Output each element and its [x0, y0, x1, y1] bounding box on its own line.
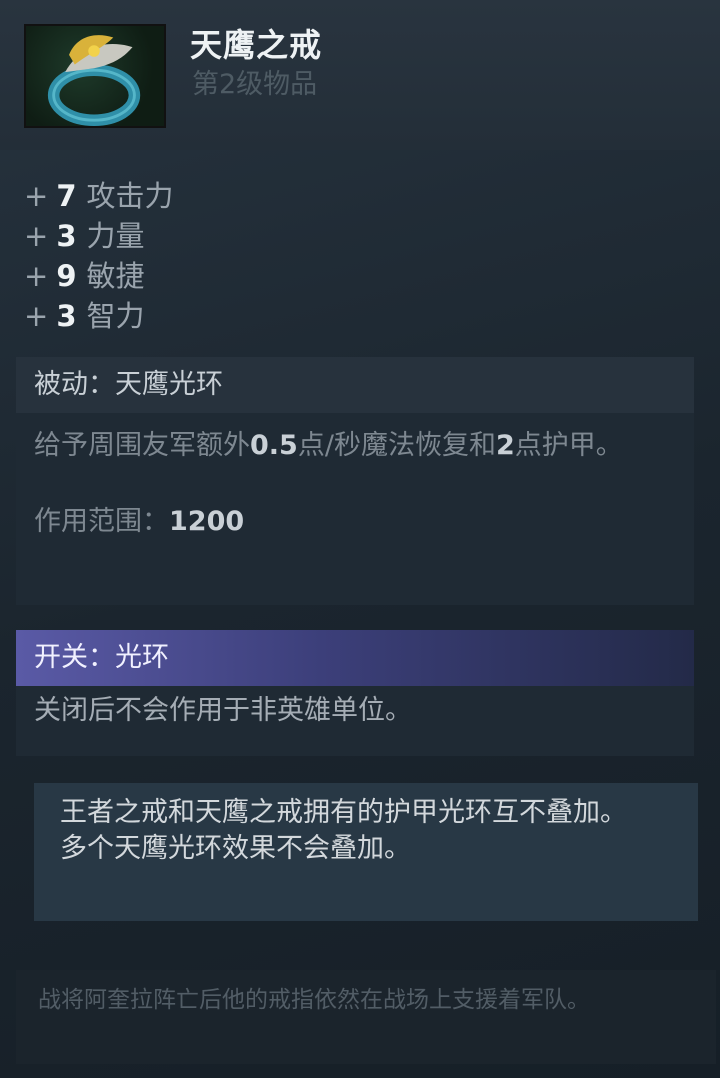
stat-value: 3 [56, 219, 77, 253]
range-label: 作用范围： [34, 506, 169, 537]
stat-row-intelligence: +3 智力 [24, 296, 174, 336]
item-header: 天鹰之戒 第2级物品 [0, 0, 720, 150]
notes-box: 王者之戒和天鹰之戒拥有的护甲光环互不叠加。 多个天鹰光环效果不会叠加。 [34, 783, 698, 921]
item-name: 天鹰之戒 [190, 26, 323, 64]
stat-row-agility: +9 敏捷 [24, 256, 174, 296]
stat-label: 攻击力 [86, 179, 174, 213]
stat-label: 力量 [86, 219, 145, 253]
stat-value: 3 [56, 299, 77, 333]
desc-text: 给予周围友军额外 [34, 430, 250, 461]
toggle-ability-panel: 开关：光环 关闭后不会作用于非英雄单位。 [16, 630, 694, 756]
desc-text: 点护甲。 [514, 430, 623, 461]
stat-row-strength: +3 力量 [24, 216, 174, 256]
range-value: 1200 [169, 506, 245, 537]
stat-value: 9 [56, 259, 77, 293]
note-line: 王者之戒和天鹰之戒拥有的护甲光环互不叠加。 [60, 797, 627, 828]
note-line: 多个天鹰光环效果不会叠加。 [60, 833, 411, 864]
stat-label: 敏捷 [86, 259, 145, 293]
stat-list: +7 攻击力 +3 力量 +9 敏捷 +3 智力 [24, 176, 174, 336]
stat-sign: + [24, 259, 49, 293]
stat-sign: + [24, 299, 49, 333]
toggle-ability-description: 关闭后不会作用于非英雄单位。 [34, 695, 412, 726]
item-level: 第2级物品 [192, 69, 318, 100]
stat-sign: + [24, 219, 49, 253]
ring-icon-graphic [47, 35, 141, 126]
stat-value: 7 [56, 179, 77, 213]
ring-item-icon [24, 24, 166, 128]
tooltip-body: +7 攻击力 +3 力量 +9 敏捷 +3 智力 被动：天鹰光环 给予周围友军额外0.5… [0, 150, 720, 1078]
passive-ability-header: 被动：天鹰光环 [16, 357, 694, 413]
mana-regen-value: 0.5 [250, 430, 298, 461]
armor-value: 2 [495, 430, 515, 461]
stat-label: 智力 [86, 299, 145, 333]
passive-ability-description: 给予周围友军额外0.5点/秒魔法恢复和2点护甲。 作用范围：1200 [16, 413, 694, 541]
lore-text: 战将阿奎拉阵亡后他的戒指依然在战场上支援着军队。 [16, 970, 716, 1064]
stat-sign: + [24, 179, 49, 213]
desc-text: 点/秒魔法恢复和 [297, 430, 496, 461]
toggle-ability-header: 开关：光环 [16, 630, 694, 686]
stat-row-damage: +7 攻击力 [24, 176, 174, 216]
passive-ability-panel: 被动：天鹰光环 给予周围友军额外0.5点/秒魔法恢复和2点护甲。 作用范围：12… [16, 357, 694, 605]
